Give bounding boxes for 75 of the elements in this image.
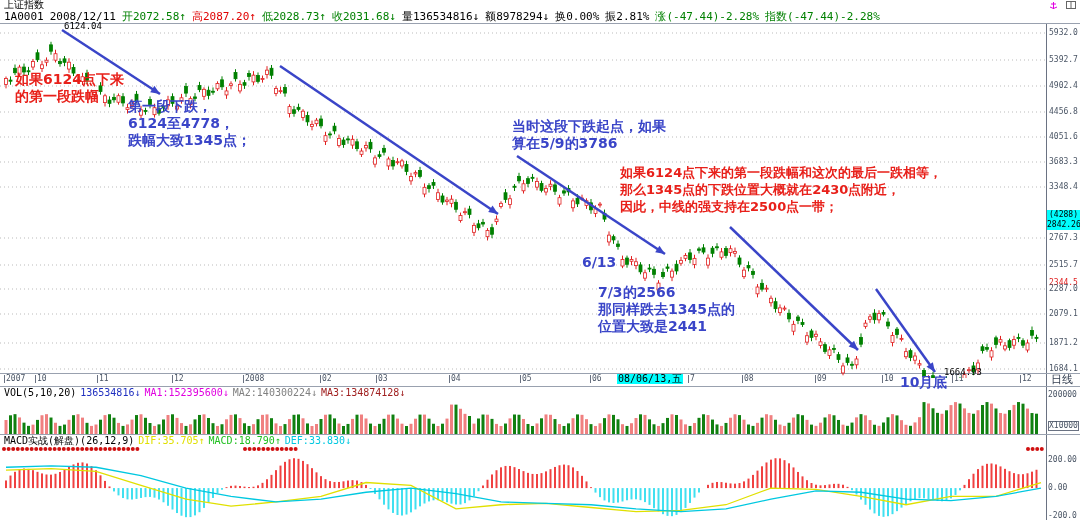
price-axis-label: 2079.1 [1049,310,1078,318]
date-axis-label: 05 [520,375,532,384]
annotation-text: 如果6124点下来的第一段跌幅和这次的最后一跌相等， [620,164,943,181]
current-price-tag: (4288) 2842.26 [1047,210,1080,230]
quote-value: 涨(-47.44)-2.28% [655,11,760,23]
macd-title: MACD实战(解盘)(26,12,9) [4,435,135,446]
window-icon[interactable] [1066,1,1076,10]
price-axis-label: 5932.0 [1049,29,1078,37]
date-axis-label: 02 [320,375,332,384]
chart-title: 上证指数 [3,0,45,11]
price-axis-label: 1871.2 [1049,339,1078,347]
date-axis-label: 08 [742,375,754,384]
macd-scale-label: -200.0 [1048,511,1077,520]
volume-value: MA2:140300224↓ [232,387,318,398]
annotation-text: 6/13 [582,254,617,271]
quote-value: 收2031.68↓ [331,11,396,23]
volume-scale-label: 200000 [1048,391,1077,399]
date-axis-label: 2007 [4,375,26,384]
macd-value: MACD:18.790↑ [208,435,281,446]
price-axis-label: 4456.8 [1049,108,1078,116]
cursor-date-label: 08/06/13,五 [617,374,684,385]
quote-value: 1A0001 [4,11,44,23]
price-axis-label: 2515.7 [1049,261,1078,269]
price-axis-label: 2767.3 [1049,234,1078,242]
annotation-text: 算在5/9的3786 [512,135,619,152]
quote-value: 开2072.58↑ [122,11,186,23]
date-axis-label: 2008 [243,375,265,384]
date-axis-label: 03 [376,375,388,384]
annotation-text: 7/3的2566 [598,284,677,301]
volume-value: MA1:152395600↓ [144,387,229,398]
series-legend: DEF:33.830↓ [284,435,352,446]
date-axis-label: 12 [172,375,184,384]
date-axis-label: 12 [1020,375,1032,384]
annotation-text: 10月底 [900,374,948,391]
annotation-text: 6124至4778， [128,115,235,132]
quote-value: 指数(-47.44)-2.28% [765,11,880,23]
annotation-text: 那么1345点的下跌位置大概就在2430点附近， [620,181,902,198]
annotation-text: 那同样跌去1345点的 [598,301,735,318]
quote-value: 振2.81% [605,11,650,23]
price-axis-label: 3683.3 [1049,158,1078,166]
quote-value: 高2087.20↑ [191,11,256,23]
quote-value: 换0.00% [555,11,600,23]
date-axis-label: 11 [952,375,964,384]
annotation-text: 当时这段下跌起点，如果 [512,118,666,135]
date-axis-label: 11 [97,375,109,384]
volume-title: VOL(5,10,20) [4,387,77,398]
annotation-text: 位置大致是2441 [598,318,708,335]
quote-value: 额8978294↓ [485,11,550,23]
price-axis-label: 1684.1 [1049,365,1078,373]
volume-unit-label: X10000 [1048,421,1079,431]
volume-value: 136534816↓ [80,387,141,398]
anchor-icon[interactable] [1049,0,1058,10]
annotation-text: 因此，中线的强支持在2500点一带； [620,198,840,215]
quote-value: 低2028.73↑ [261,11,326,23]
annotation-text: 跌幅大致1345点； [128,132,251,149]
period-label: 日线 [1046,374,1080,386]
macd-scale-label: 0.00 [1048,484,1068,493]
price-axis-label: 2287.0 [1049,285,1078,293]
quote-value: 2008/12/11 [49,11,116,23]
macd-scale-label: 200.00 [1048,456,1077,465]
date-axis-label: 06 [590,375,602,384]
series-legend: DIF:35.705↑ [138,435,205,446]
date-axis-label: 7 [688,375,695,384]
price-axis-label: 5392.7 [1049,56,1078,64]
price-axis-label: 4051.6 [1049,133,1078,141]
annotation-text: 的第一段跌幅 [15,88,100,105]
price-axis-label: 4902.4 [1049,82,1078,90]
quote-value: 量136534816↓ [401,11,480,23]
date-axis-label: 10 [882,375,894,384]
date-axis-label: 10 [35,375,47,384]
price-axis-label: 3348.4 [1049,183,1078,191]
high-price-label: 6124.04 [64,22,102,31]
date-axis-label: 04 [449,375,461,384]
volume-value: MA3:134874128↓ [321,387,406,398]
date-axis-label: 09 [815,375,827,384]
